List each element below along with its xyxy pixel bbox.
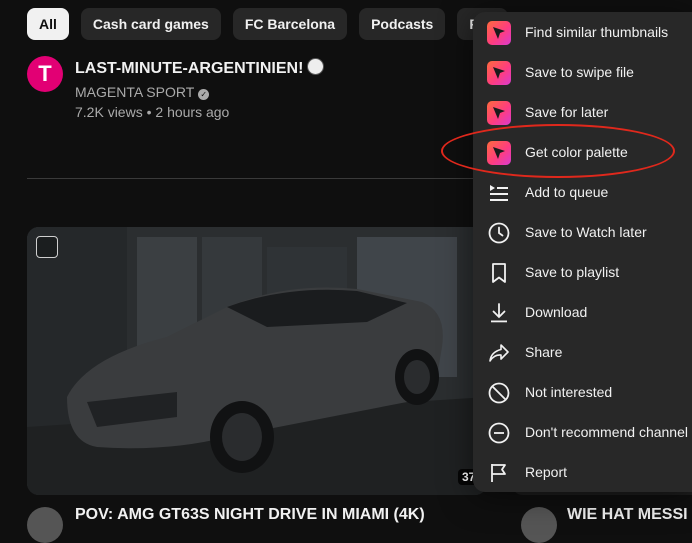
chip-cash-card-games[interactable]: Cash card games <box>80 8 221 40</box>
menu-item-save-to-watch-later[interactable]: Save to Watch later <box>473 213 692 253</box>
menu-item-share[interactable]: Share <box>473 333 692 373</box>
menu-item-label: Save to swipe file <box>525 64 634 80</box>
queue-icon <box>490 185 508 201</box>
chip-all[interactable]: All <box>27 8 69 40</box>
menu-item-label: Share <box>525 344 563 360</box>
menu-item-label: Report <box>525 464 568 480</box>
flag-icon <box>491 464 506 482</box>
menu-item-label: Add to queue <box>525 184 609 200</box>
verified-check-icon: ✓ <box>198 89 210 100</box>
extension-icon <box>487 61 511 85</box>
bottom-channel-avatar[interactable] <box>27 507 63 543</box>
bottom-video-title-right[interactable]: WIE HAT MESSI <box>567 506 688 524</box>
minus-circle-icon <box>488 422 510 444</box>
bottom-channel-avatar-right[interactable] <box>521 507 557 543</box>
filter-chips-bar: All Cash card games FC Barcelona Podcast… <box>27 8 508 40</box>
menu-item-label: Not interested <box>525 384 613 400</box>
video-context-menu: Find similar thumbnails Save to swipe fi… <box>473 12 692 492</box>
menu-item-add-to-queue[interactable]: Add to queue <box>473 173 692 213</box>
chip-fc-barcelona[interactable]: FC Barcelona <box>232 8 348 40</box>
channel-name[interactable]: MAGENTA SPORT ✓ <box>75 84 210 100</box>
block-icon <box>488 382 510 404</box>
soccer-ball-icon <box>307 58 325 75</box>
menu-item-find-similar-thumbnails[interactable]: Find similar thumbnails <box>473 13 692 53</box>
extension-icon <box>487 101 511 125</box>
car-thumbnail-image <box>27 227 487 495</box>
select-checkbox[interactable] <box>36 236 58 258</box>
menu-item-save-to-playlist[interactable]: Save to playlist <box>473 253 692 293</box>
download-icon <box>491 303 507 323</box>
menu-item-label: Download <box>525 304 588 320</box>
channel-avatar[interactable]: T <box>27 56 63 92</box>
meta-separator: • <box>146 104 152 120</box>
video-metadata: 7.2K views • 2 hours ago <box>75 104 229 120</box>
annotation-highlight-ring <box>441 124 675 178</box>
menu-item-dont-recommend-channel[interactable]: Don't recommend channel <box>473 413 692 453</box>
menu-item-download[interactable]: Download <box>473 293 692 333</box>
extension-icon <box>487 21 511 45</box>
menu-item-label: Don't recommend channel <box>525 424 688 440</box>
bookmark-icon <box>492 263 506 283</box>
video-title-text: LAST-MINUTE-ARGENTINIEN! <box>75 60 304 77</box>
video-title[interactable]: LAST-MINUTE-ARGENTINIEN! <box>75 58 325 78</box>
section-divider <box>27 178 487 179</box>
bottom-video-title[interactable]: POV: AMG GT63S NIGHT DRIVE IN MIAMI (4K) <box>75 506 425 524</box>
menu-item-not-interested[interactable]: Not interested <box>473 373 692 413</box>
menu-item-label: Save for later <box>525 104 609 120</box>
upload-age: 2 hours ago <box>155 104 230 120</box>
video-thumbnail[interactable]: 37 <box>27 227 487 495</box>
menu-item-report[interactable]: Report <box>473 453 692 493</box>
share-icon <box>489 344 509 362</box>
menu-item-label: Find similar thumbnails <box>525 24 669 40</box>
view-count: 7.2K views <box>75 104 143 120</box>
chip-podcasts[interactable]: Podcasts <box>359 8 446 40</box>
menu-item-save-to-swipe-file[interactable]: Save to swipe file <box>473 53 692 93</box>
menu-item-label: Save to playlist <box>525 264 620 280</box>
clock-icon <box>488 222 510 244</box>
telekom-logo: T <box>38 61 52 86</box>
menu-item-label: Save to Watch later <box>525 224 647 240</box>
channel-name-text: MAGENTA SPORT <box>75 84 195 100</box>
